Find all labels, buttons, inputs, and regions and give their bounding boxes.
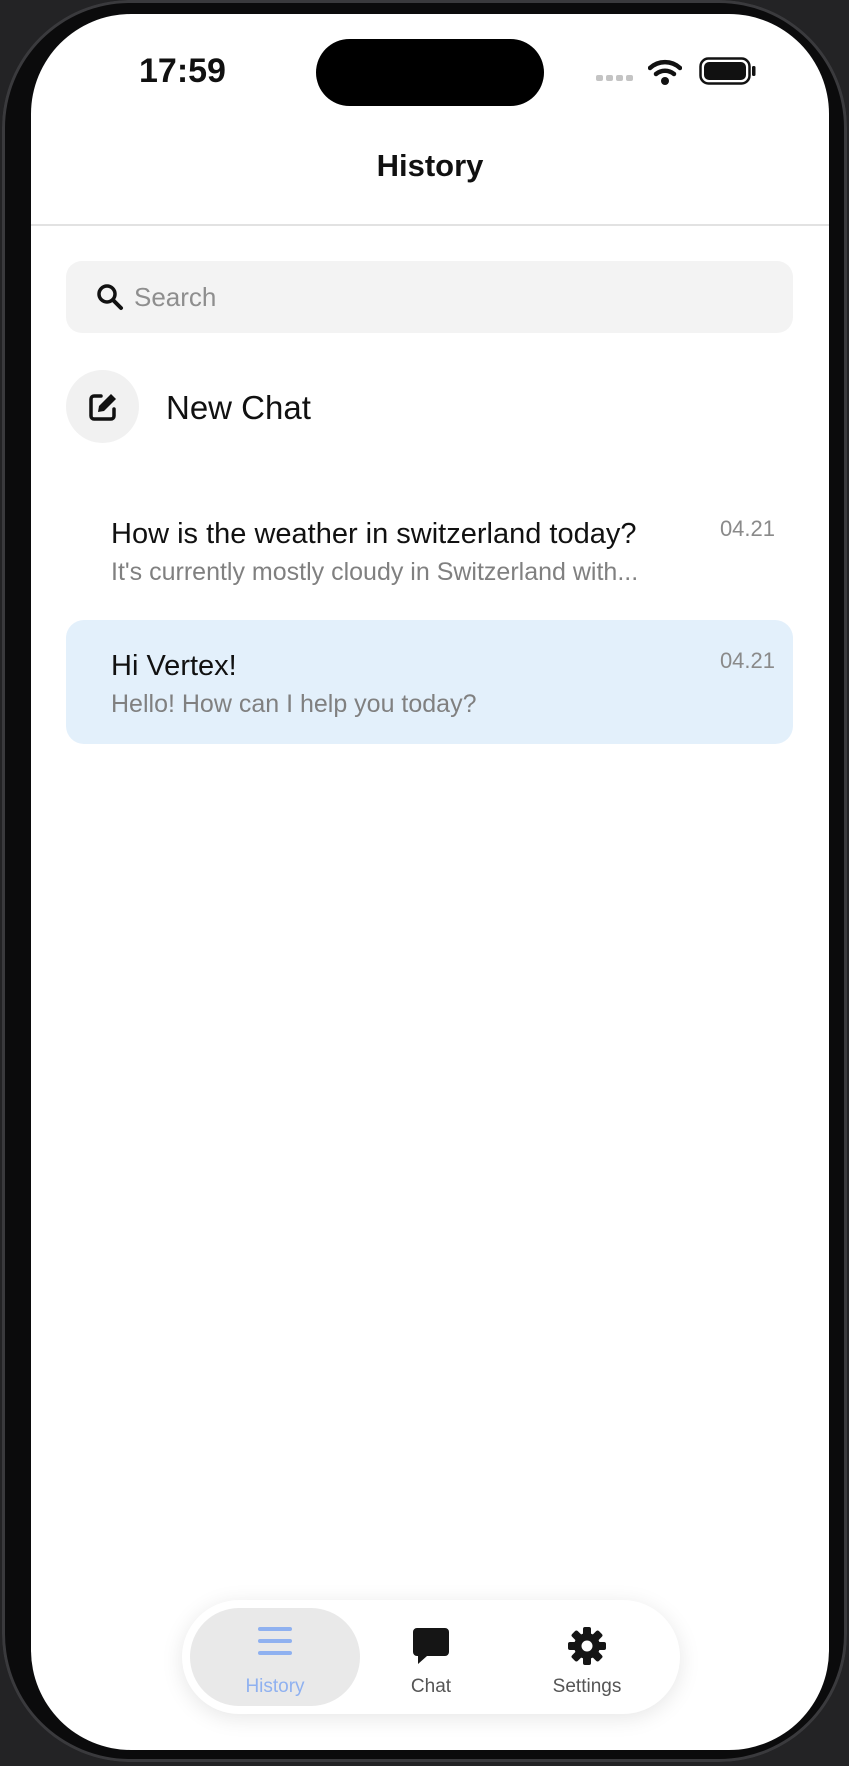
page-title: History [376, 148, 484, 183]
gear-icon [568, 1627, 606, 1665]
chat-preview: Hello! How can I help you today? [111, 690, 477, 718]
wifi-icon [648, 59, 682, 85]
search-input[interactable] [134, 261, 754, 333]
search-bar[interactable] [66, 261, 793, 333]
chat-list-item-selected[interactable]: Hi Vertex! Hello! How can I help you tod… [66, 620, 793, 744]
chat-date: 04.21 [719, 648, 775, 673]
cellular-signal-icon [596, 75, 633, 81]
phone-body: 17:59 History Search New Chat How is the… [2, 0, 847, 1762]
new-chat-label: New Chat [166, 389, 311, 426]
chat-date: 04.21 [719, 516, 775, 541]
header-divider [31, 224, 829, 226]
app-screen: 17:59 History Search New Chat How is the… [31, 14, 829, 1750]
chat-title: Hi Vertex! [111, 650, 237, 682]
battery-icon [699, 57, 756, 85]
tab-label: History [245, 1676, 305, 1697]
new-chat-button[interactable]: New Chat [66, 370, 793, 444]
tab-bar: History Chat Settings [182, 1600, 680, 1714]
status-time: 17:59 [139, 52, 226, 90]
tab-label: Chat [410, 1676, 452, 1697]
tab-label: Settings [552, 1676, 622, 1697]
chat-title: How is the weather in switzerland today? [111, 518, 637, 550]
bars-icon [258, 1627, 292, 1655]
device-frame: 17:59 History Search New Chat How is the… [0, 0, 849, 1766]
tab-settings[interactable]: Settings [502, 1608, 672, 1706]
chat-preview: It's currently mostly cloudy in Switzerl… [111, 558, 639, 586]
new-chat-icon-circle [66, 370, 139, 443]
dynamic-island [316, 39, 544, 106]
search-icon [97, 284, 123, 310]
chat-list-item[interactable]: How is the weather in switzerland today?… [66, 488, 793, 612]
edit-icon [89, 394, 116, 421]
tab-chat[interactable]: Chat [346, 1608, 516, 1706]
chat-bubble-icon [413, 1628, 449, 1664]
tab-history[interactable]: History [190, 1608, 360, 1706]
